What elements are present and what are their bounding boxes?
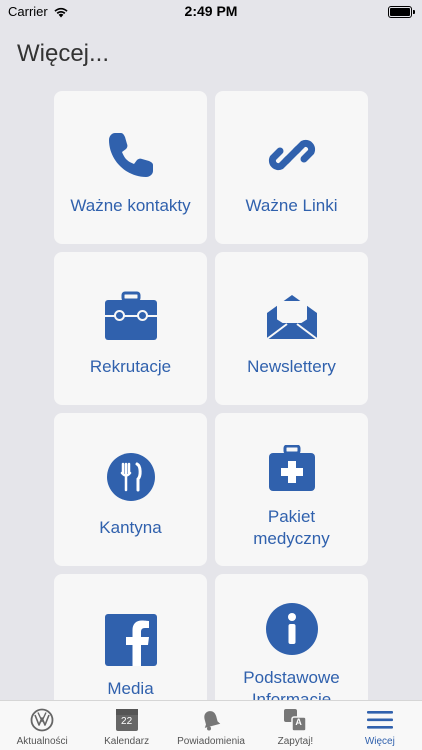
briefcase-icon [103,288,159,344]
tab-bar: Aktualności 22 Kalendarz Powiadomienia A… [0,700,422,750]
tile-label: Pakiet medyczny [253,507,330,548]
tile-label: Kantyna [99,518,162,537]
tab-label: Kalendarz [104,736,150,747]
translate-icon: A [282,707,308,733]
battery-icon [388,6,415,18]
tile-important-links[interactable]: Ważne Linki [215,91,368,244]
tab-ask[interactable]: A Zapytaj! [253,701,337,750]
tab-notifications[interactable]: Powiadomienia [169,701,253,750]
vw-logo-icon [29,707,55,733]
tab-label: Więcej [364,736,395,747]
facebook-icon [103,612,159,668]
tab-label: Powiadomienia [177,736,245,747]
info-icon [264,601,320,657]
tab-more[interactable]: Więcej [338,701,422,750]
medical-kit-icon [264,441,320,497]
tab-label: Aktualności [16,736,68,747]
calendar-icon: 22 [114,707,140,733]
cutlery-icon [103,449,159,505]
tile-label: Media [107,679,154,698]
tab-label: Zapytaj! [277,736,314,747]
tile-medical-package[interactable]: Pakiet medyczny [215,413,368,566]
tile-important-contacts[interactable]: Ważne kontakty [54,91,207,244]
tile-label: Newslettery [247,357,336,376]
phone-icon [103,127,159,183]
calendar-day: 22 [121,716,133,727]
menu-grid: Ważne kontakty Ważne Linki Rekrutacje Ne… [54,91,368,727]
tile-newsletters[interactable]: Newslettery [215,252,368,405]
tile-canteen[interactable]: Kantyna [54,413,207,566]
link-icon [264,127,320,183]
tile-recruitment[interactable]: Rekrutacje [54,252,207,405]
tab-news[interactable]: Aktualności [0,701,84,750]
tile-label: Ważne kontakty [70,196,191,215]
bell-icon [198,707,224,733]
tab-calendar[interactable]: 22 Kalendarz [84,701,168,750]
status-bar: Carrier 2:49 PM [0,0,422,24]
envelope-icon [264,288,320,344]
clock: 2:49 PM [184,3,238,19]
translate-glyph: A [295,717,302,727]
menu-icon [366,707,393,733]
tile-label: Rekrutacje [89,357,172,376]
page-title: Więcej... [17,40,110,67]
tile-label: Ważne Linki [245,196,338,215]
